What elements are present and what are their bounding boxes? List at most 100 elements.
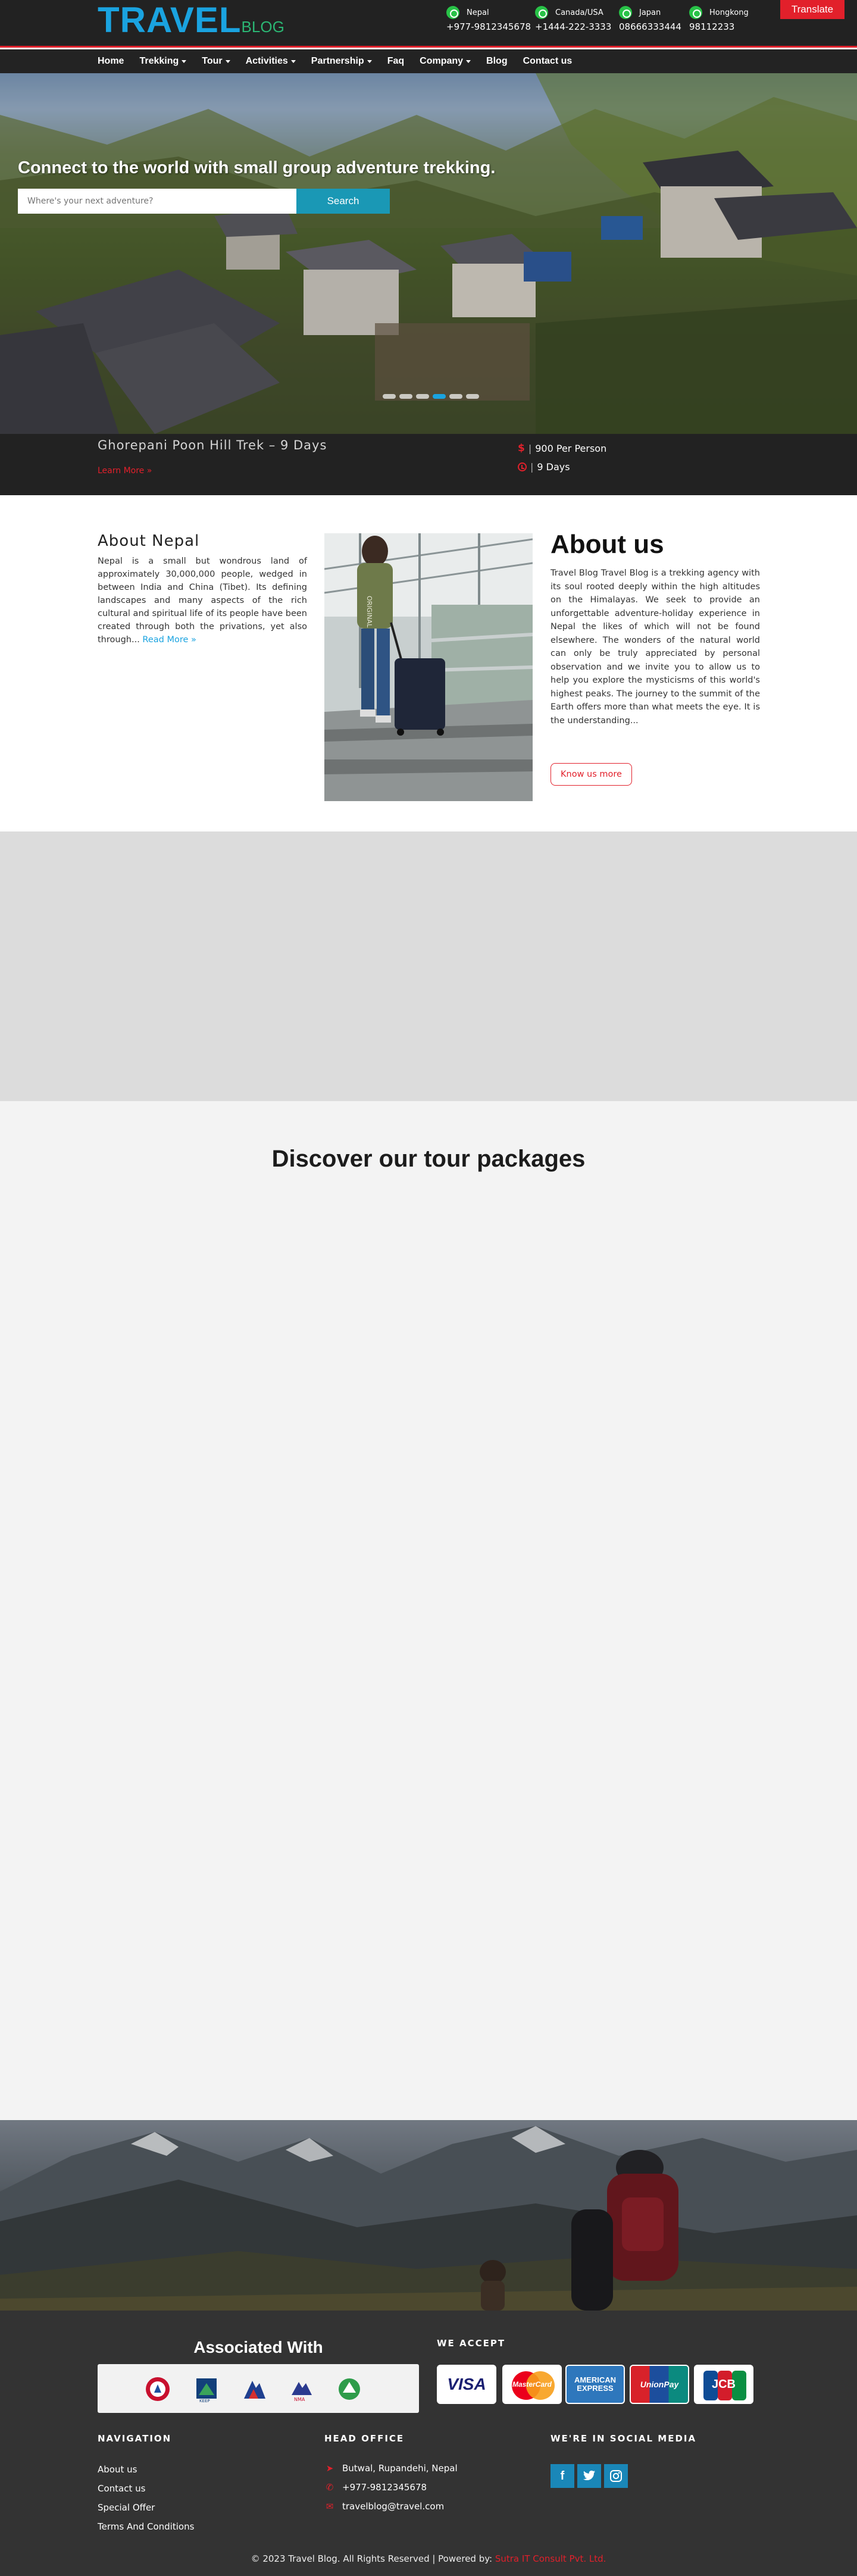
slider-dot[interactable]: [466, 394, 479, 399]
nav-item-activities[interactable]: Activities: [246, 56, 296, 67]
instagram-glyph: [610, 2470, 622, 2482]
nav-items: Home Trekking Tour Activities Partnership Faq…: [98, 49, 572, 73]
separator: |: [528, 442, 532, 454]
slider-dot[interactable]: [383, 394, 396, 399]
nav-item-label: Faq: [387, 56, 405, 66]
navigation-heading: NAVIGATION: [98, 2433, 172, 2444]
about-nepal-body: Nepal is a small but wondrous land of ap…: [98, 557, 307, 645]
instagram-icon[interactable]: ig: [604, 2464, 628, 2488]
nav-item-label: Blog: [486, 56, 508, 66]
footer-link-terms[interactable]: Terms And Conditions: [98, 2521, 194, 2532]
nma-logo-icon[interactable]: NMA: [288, 2375, 315, 2403]
contact-number: 98112233: [689, 21, 735, 32]
contact-nepal[interactable]: Nepal +977-9812345678: [446, 6, 536, 32]
slider-dot[interactable]: [449, 394, 462, 399]
twitter-icon[interactable]: t: [577, 2464, 601, 2488]
logo-sub-text: BLOG: [241, 18, 284, 36]
nav-item-tour[interactable]: Tour: [202, 56, 230, 67]
traveler-image: ORIGINAL: [324, 533, 533, 801]
keep-logo-icon[interactable]: KEEP: [193, 2375, 220, 2403]
contact-country: Nepal: [467, 8, 489, 17]
nav-item-trekking[interactable]: Trekking: [139, 56, 187, 67]
office-address: ➤ Butwal, Rupandehi, Nepal: [324, 2463, 458, 2474]
footer-link-contact[interactable]: Contact us: [98, 2483, 145, 2494]
whatsapp-icon: [689, 6, 702, 19]
whatsapp-icon: [535, 6, 548, 19]
read-more-link[interactable]: Read More »: [142, 635, 196, 645]
learn-more-link[interactable]: Learn More »: [98, 466, 152, 476]
associated-heading: Associated With: [193, 2338, 323, 2356]
contact-hongkong[interactable]: Hongkong 98112233: [689, 6, 778, 32]
trek-price: 900 Per Person: [535, 442, 607, 454]
office-email-text: travelblog@travel.com: [342, 2501, 445, 2512]
site-footer: Associated With KEEP NMA WE ACCEPT VISA: [0, 2311, 857, 2576]
hero-search-input[interactable]: [18, 189, 296, 214]
trek-title: Ghorepani Poon Hill Trek – 9 Days: [98, 438, 327, 452]
top-bar: TRAVEL BLOG Nepal +977-9812345678 Canada…: [0, 0, 857, 48]
unionpay-label: UnionPay: [640, 2380, 679, 2389]
nma-logo-text: NMA: [294, 2397, 305, 2402]
nav-item-faq[interactable]: Faq: [387, 56, 404, 67]
nepal-government-emblem-icon[interactable]: [144, 2375, 171, 2403]
site-logo[interactable]: TRAVEL BLOG: [98, 1, 284, 39]
about-nepal-heading: About Nepal: [98, 532, 200, 550]
visa-card-icon: VISA: [437, 2365, 496, 2404]
amex-card-icon: AMERICAN EXPRESS: [565, 2365, 625, 2404]
nav-item-partnership[interactable]: Partnership: [311, 56, 372, 67]
slider-dot[interactable]: [399, 394, 412, 399]
powered-by-link[interactable]: Sutra IT Consult Pvt. Ltd.: [495, 2553, 606, 2564]
contact-canada-usa[interactable]: Canada/USA +1444-222-3333: [535, 6, 624, 32]
hero-search-button[interactable]: Search: [296, 189, 390, 214]
we-accept-heading: WE ACCEPT: [437, 2338, 506, 2349]
contact-country: Hongkong: [709, 8, 749, 17]
about-us-text: Travel Blog Travel Blog is a trekking ag…: [551, 568, 760, 726]
nav-item-company[interactable]: Company: [420, 56, 471, 67]
slider-dot[interactable]: [433, 394, 446, 399]
nepal-tourism-logo-icon[interactable]: [240, 2375, 268, 2403]
office-phone[interactable]: ✆ +977-9812345678: [324, 2482, 427, 2493]
whatsapp-icon: [446, 6, 459, 19]
caret-down-icon: [290, 60, 296, 63]
footer-link-special-offer[interactable]: Special Offer: [98, 2502, 155, 2513]
associations-box: KEEP NMA: [98, 2364, 419, 2413]
amex-label: AMERICAN EXPRESS: [574, 2375, 617, 2393]
nav-item-label: Trekking: [139, 56, 179, 66]
caret-down-icon: [182, 60, 187, 63]
about-section: About Nepal Nepal is a small but wondrou…: [0, 495, 857, 831]
social-heading: WE'RE IN SOCIAL MEDIA: [551, 2433, 697, 2444]
footer-link-about[interactable]: About us: [98, 2464, 137, 2475]
nav-item-label: Activities: [245, 56, 288, 66]
facebook-icon[interactable]: f: [551, 2464, 574, 2488]
hero-slider: Connect to the world with small group ad…: [0, 73, 857, 434]
shirt-print: ORIGINAL: [365, 596, 373, 628]
slide-caption-bar: Ghorepani Poon Hill Trek – 9 Days Learn …: [0, 434, 857, 495]
clock-icon: [518, 462, 527, 471]
jcb-card-icon: JCB: [694, 2365, 753, 2404]
nav-item-label: Home: [98, 56, 124, 66]
about-us-heading: About us: [551, 530, 664, 559]
logo-main-text: TRAVEL: [98, 0, 242, 40]
jcb-label: JCB: [711, 2377, 736, 2391]
eco-trekking-logo-icon[interactable]: [336, 2375, 363, 2403]
translate-button[interactable]: Translate: [780, 0, 845, 19]
nav-item-blog[interactable]: Blog: [486, 56, 508, 67]
caret-down-icon: [367, 60, 372, 63]
nav-item-label: Company: [420, 56, 464, 66]
phone-icon: ✆: [326, 2482, 334, 2493]
head-office-heading: HEAD OFFICE: [324, 2433, 405, 2444]
contact-number: +977-9812345678: [446, 21, 531, 32]
nav-item-home[interactable]: Home: [98, 56, 124, 67]
nav-item-label: Tour: [202, 56, 223, 66]
office-email[interactable]: ✉ travelblog@travel.com: [324, 2501, 445, 2512]
whatsapp-icon: [619, 6, 632, 19]
office-phone-text: +977-9812345678: [342, 2482, 427, 2493]
slider-dot[interactable]: [416, 394, 429, 399]
office-address-text: Butwal, Rupandehi, Nepal: [342, 2463, 458, 2474]
contact-number: +1444-222-3333: [535, 21, 612, 32]
nav-item-contact-us[interactable]: Contact us: [523, 56, 573, 67]
twitter-bird: [583, 2470, 596, 2481]
know-us-more-button[interactable]: Know us more: [551, 763, 632, 786]
envelope-icon: ✉: [326, 2501, 334, 2512]
hero-village-image: [0, 73, 857, 434]
hero-title: Connect to the world with small group ad…: [18, 158, 496, 177]
